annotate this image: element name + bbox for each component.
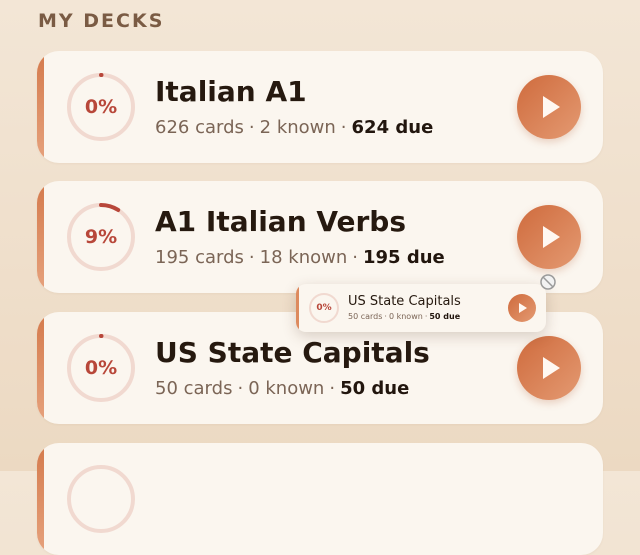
known-count: 0 known xyxy=(248,378,325,399)
play-button[interactable] xyxy=(508,294,536,322)
card-count: 195 cards xyxy=(155,247,244,268)
progress-ring: 9% xyxy=(65,201,137,273)
progress-percent: 9% xyxy=(84,226,118,248)
card-accent xyxy=(296,284,299,332)
progress-percent: 0% xyxy=(316,303,332,313)
separator: · xyxy=(340,117,347,138)
card-accent xyxy=(37,51,44,163)
card-accent xyxy=(37,443,44,555)
deck-name: US State Capitals xyxy=(348,294,461,309)
play-icon xyxy=(543,96,560,118)
deck-stats: 50 cards · 0 known · 50 due xyxy=(155,378,409,399)
progress-percent: 0% xyxy=(84,357,118,379)
separator: · xyxy=(237,378,244,399)
separator: · xyxy=(424,312,428,321)
play-button[interactable] xyxy=(517,336,581,400)
deck-name: US State Capitals xyxy=(155,336,430,369)
card-count: 50 cards xyxy=(155,378,233,399)
card-accent xyxy=(37,312,44,424)
due-count: 50 due xyxy=(429,312,461,321)
known-count: 0 known xyxy=(388,312,423,321)
progress-ring: 0% xyxy=(308,292,340,324)
known-count: 18 known xyxy=(259,247,348,268)
progress-ring xyxy=(65,463,137,535)
no-drop-icon xyxy=(540,274,556,290)
deck-name: A1 Italian Verbs xyxy=(155,205,407,238)
deck-stats: 195 cards · 18 known · 195 due xyxy=(155,247,445,268)
deck-stats: 50 cards · 0 known · 50 due xyxy=(348,312,460,321)
due-count: 624 due xyxy=(351,117,434,138)
progress-percent: 0% xyxy=(84,96,118,118)
separator: · xyxy=(248,117,255,138)
separator: · xyxy=(329,378,336,399)
due-count: 195 due xyxy=(362,247,445,268)
deck-card[interactable]: 0% Italian A1 626 cards · 2 known · 624 due xyxy=(37,51,603,163)
play-icon xyxy=(543,357,560,379)
deck-stats: 626 cards · 2 known · 624 due xyxy=(155,117,433,138)
separator: · xyxy=(352,247,358,268)
play-icon xyxy=(519,303,527,313)
deck-card[interactable] xyxy=(37,443,603,555)
card-count: 50 cards xyxy=(348,312,383,321)
due-count: 50 due xyxy=(340,378,410,399)
separator: · xyxy=(384,312,387,321)
card-accent xyxy=(37,181,44,293)
play-icon xyxy=(543,226,560,248)
known-count: 2 known xyxy=(259,117,336,138)
deck-name: Italian A1 xyxy=(155,75,307,108)
progress-ring: 0% xyxy=(65,71,137,143)
section-title: MY DECKS xyxy=(38,10,165,32)
card-count: 626 cards xyxy=(155,117,244,138)
drag-preview-card[interactable]: 0% US State Capitals 50 cards · 0 known · 50… xyxy=(296,284,546,332)
progress-ring: 0% xyxy=(65,332,137,404)
play-button[interactable] xyxy=(517,75,581,139)
separator: · xyxy=(248,247,255,268)
deck-card[interactable]: 9% A1 Italian Verbs 195 cards · 18 known · 1… xyxy=(37,181,603,293)
play-button[interactable] xyxy=(517,205,581,269)
